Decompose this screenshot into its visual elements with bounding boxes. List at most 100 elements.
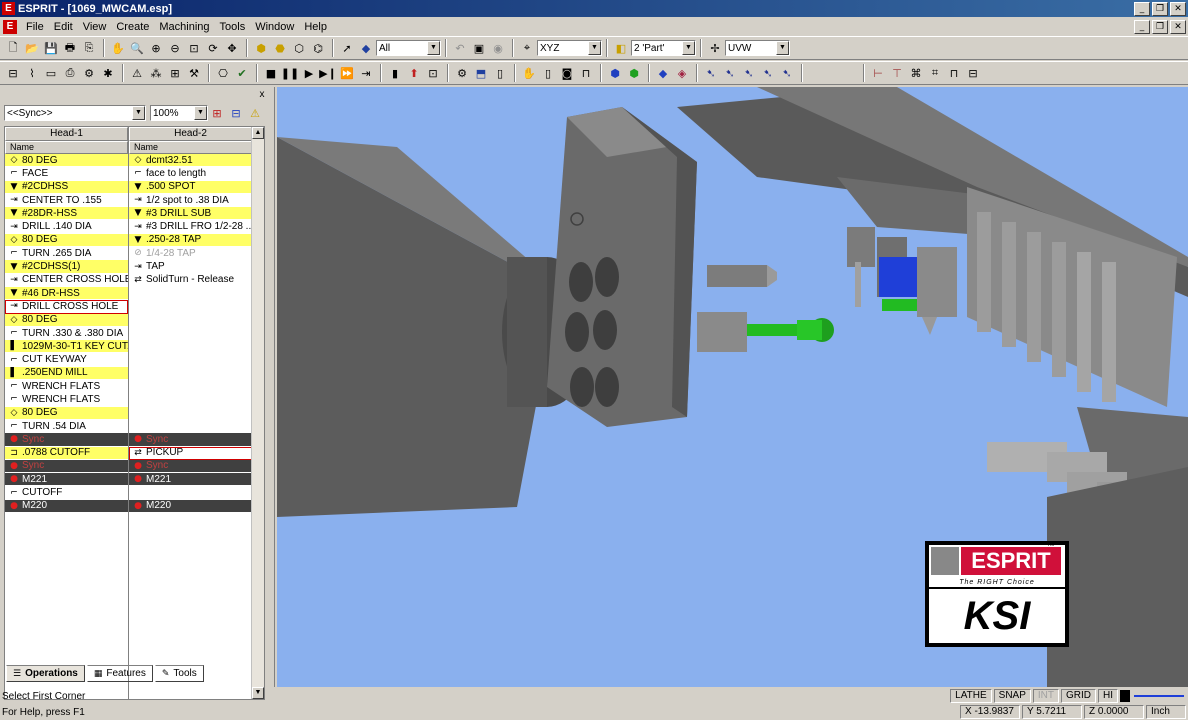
operation-row[interactable]: ⌐ face to length xyxy=(129,167,252,181)
operation-row[interactable]: ⌐ FACE xyxy=(5,167,128,181)
filter-icon[interactable]: ◆ xyxy=(357,39,375,57)
panel-zoom-combo[interactable]: 100% ▼ xyxy=(150,105,208,121)
dropdown-arrow-icon[interactable]: ▼ xyxy=(194,106,207,120)
part-blue-icon[interactable]: ◆ xyxy=(654,64,672,82)
operation-row[interactable]: ◇ 80 DEG xyxy=(5,154,128,168)
step-icon[interactable]: ⇥ xyxy=(357,64,375,82)
operation-row[interactable]: ▼ #2CDHSS xyxy=(5,180,128,194)
stop-icon[interactable]: ■ xyxy=(262,64,280,82)
tool-display-icon[interactable]: ▮ xyxy=(386,64,404,82)
verify-icon[interactable]: ✔ xyxy=(233,64,251,82)
operation-row[interactable]: ⇥ #3 DRILL FRO 1/2-28 ... xyxy=(129,220,252,234)
sync-add-icon[interactable]: ⊞ xyxy=(208,104,226,122)
workplane-combo[interactable]: XYZ ▼ xyxy=(537,40,602,56)
dimension-6-icon[interactable]: ⊟ xyxy=(964,64,982,82)
coordinate-system-icon[interactable]: ✢ xyxy=(706,39,724,57)
graphics-viewport[interactable]: ESPRIT TM The RIGHT Choice KSI xyxy=(277,87,1188,687)
operation-row[interactable]: ⌐ CUT KEYWAY xyxy=(5,353,128,367)
operation-row[interactable]: ● M220 xyxy=(5,499,128,514)
pan-icon[interactable]: ✥ xyxy=(223,39,241,57)
stock-icon[interactable]: ▭ xyxy=(42,64,60,82)
document-icon[interactable]: E xyxy=(3,19,17,34)
turning-icon[interactable]: ⚒ xyxy=(185,64,203,82)
zoom-out-icon[interactable]: ⊖ xyxy=(166,39,184,57)
operation-row[interactable]: ⇥ DRILL .140 DIA xyxy=(5,220,128,234)
operation-row[interactable] xyxy=(129,287,252,301)
pan-hand-icon[interactable]: ✋ xyxy=(109,39,127,57)
operation-row[interactable]: ◇ dcmt32.51 xyxy=(129,154,252,168)
tab-features[interactable]: ▦ Features xyxy=(86,665,153,682)
step-forward-icon[interactable]: ▶❙ xyxy=(319,64,337,82)
operation-row[interactable]: ⌐ TURN .330 & .380 DIA xyxy=(5,327,128,341)
operation-row[interactable] xyxy=(129,327,252,341)
tab-tools[interactable]: ✎ Tools xyxy=(154,665,204,682)
dimension-2-icon[interactable]: ⊤ xyxy=(888,64,906,82)
properties-icon[interactable]: ▣ xyxy=(470,39,488,57)
dimension-3-icon[interactable]: ⌘ xyxy=(907,64,925,82)
operation-row[interactable]: ▼ #3 DRILL SUB xyxy=(129,207,252,221)
shaded-view-icon[interactable]: ⬢ xyxy=(252,39,270,57)
operation-row[interactable] xyxy=(129,353,252,367)
pause-icon[interactable]: ❚❚ xyxy=(281,64,299,82)
operation-row[interactable]: ● M220 xyxy=(129,499,252,514)
play-icon[interactable]: ▶ xyxy=(300,64,318,82)
menu-view[interactable]: View xyxy=(78,21,112,33)
operation-row[interactable]: ⇥ DRILL CROSS HOLE xyxy=(5,300,128,314)
operation-row[interactable]: ⌐ WRENCH FLATS xyxy=(5,393,128,407)
minimize-button[interactable]: _ xyxy=(1134,1,1150,16)
head1-name-header[interactable]: Name xyxy=(5,141,128,154)
menu-help[interactable]: Help xyxy=(299,21,332,33)
sync-combo[interactable]: <<Sync>> ▼ xyxy=(4,105,146,121)
operation-row[interactable]: ◇ 80 DEG xyxy=(5,233,128,248)
tool-blue-4-icon[interactable]: ➷ xyxy=(759,64,777,82)
panel-close-icon[interactable]: x xyxy=(256,89,268,101)
workplane-icon[interactable]: ⌖ xyxy=(518,39,536,57)
operation-row[interactable]: ▌ .250END MILL xyxy=(5,366,128,381)
zoom-in-icon[interactable]: ⊕ xyxy=(147,39,165,57)
pattern-icon[interactable]: ⁂ xyxy=(147,64,165,82)
dimension-5-icon[interactable]: ⊓ xyxy=(945,64,963,82)
dropdown-arrow-icon[interactable]: ▼ xyxy=(132,106,145,120)
dimension-1-icon[interactable]: ⊢ xyxy=(869,64,887,82)
new-file-icon[interactable]: 🗋 xyxy=(4,39,22,57)
operation-row[interactable] xyxy=(129,393,252,407)
operation-row[interactable] xyxy=(129,340,252,354)
mode-hi[interactable]: HI xyxy=(1098,689,1118,703)
operation-row[interactable]: ⌐ TURN .54 DIA xyxy=(5,420,128,434)
scroll-up-icon[interactable]: ▲ xyxy=(252,127,264,139)
operation-row[interactable]: ⌐ CUTOFF xyxy=(5,486,128,500)
close-button[interactable]: ✕ xyxy=(1170,1,1186,16)
doc-close-button[interactable]: ✕ xyxy=(1170,19,1186,34)
operation-row[interactable]: ⇄ PICKUP xyxy=(129,446,252,460)
coordinate-system-combo[interactable]: UVW ▼ xyxy=(725,40,790,56)
dropdown-arrow-icon[interactable]: ▼ xyxy=(682,41,695,55)
layer-combo[interactable]: 2 'Part' ▼ xyxy=(631,40,696,56)
operation-row[interactable]: ⌐ TURN .265 DIA xyxy=(5,247,128,261)
hidden-line-icon[interactable]: ⌬ xyxy=(309,39,327,57)
menu-file[interactable]: File xyxy=(21,21,49,33)
stop-icon[interactable]: ◉ xyxy=(489,39,507,57)
operation-row[interactable]: ⇄ SolidTurn - Release xyxy=(129,274,252,287)
view-options-icon[interactable]: ⚙ xyxy=(453,64,471,82)
holes-icon[interactable]: ⊞ xyxy=(166,64,184,82)
operation-row[interactable]: ⇥ CENTER TO .155 xyxy=(5,194,128,208)
tool-blue-1-icon[interactable]: ➷ xyxy=(702,64,720,82)
layer-icon[interactable]: ◧ xyxy=(612,39,630,57)
copy-icon[interactable]: ⎘ xyxy=(80,39,98,57)
simulation-icon[interactable]: ⎔ xyxy=(214,64,232,82)
menu-window[interactable]: Window xyxy=(250,21,299,33)
operation-row[interactable]: ◇ 80 DEG xyxy=(5,406,128,420)
part-red-icon[interactable]: ◈ xyxy=(673,64,691,82)
zoom-fit-icon[interactable]: 🔍 xyxy=(128,39,146,57)
feature-icon[interactable]: ⌇ xyxy=(23,64,41,82)
operation-row[interactable]: ● Sync xyxy=(5,433,128,447)
camera-icon[interactable]: ◙ xyxy=(558,64,576,82)
operation-row[interactable]: ▌ 1029M-30-T1 KEY CUT... xyxy=(5,340,128,354)
select-arrow-icon[interactable]: ➚ xyxy=(338,39,356,57)
operation-row[interactable]: ▼ #28DR-HSS xyxy=(5,207,128,221)
dropdown-arrow-icon[interactable]: ▼ xyxy=(588,41,601,55)
operation-row[interactable] xyxy=(129,367,252,381)
solid-view-icon[interactable]: ⬣ xyxy=(271,39,289,57)
head2-name-header[interactable]: Name xyxy=(129,141,252,154)
operation-row[interactable]: ⇥ 1/2 spot to .38 DIA xyxy=(129,194,252,208)
